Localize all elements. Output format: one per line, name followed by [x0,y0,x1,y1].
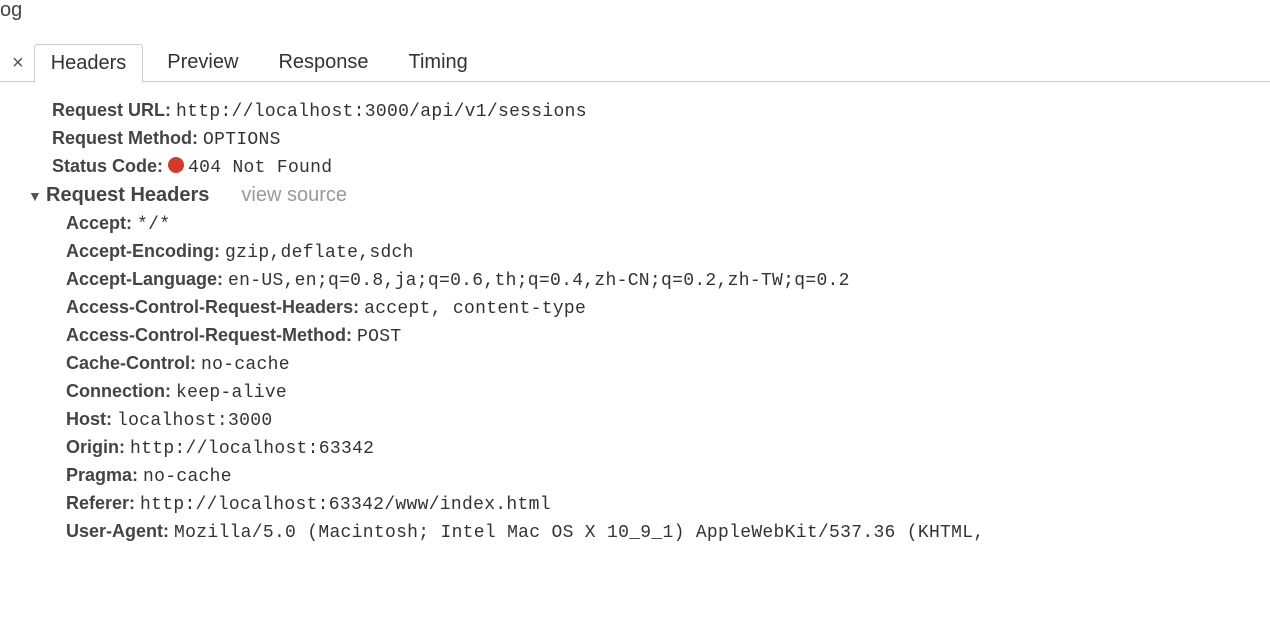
header-row: Accept-Language: en-US,en;q=0.8,ja;q=0.6… [66,269,1270,291]
header-row: Accept: */* [66,213,1270,235]
header-value: accept, content-type [364,299,586,319]
header-name: Host: [66,409,112,429]
tab-headers[interactable]: Headers [34,44,144,83]
header-value: localhost:3000 [117,411,272,431]
close-icon[interactable]: × [6,53,34,73]
header-row: Origin: http://localhost:63342 [66,437,1270,459]
request-headers-list: Accept: */* Accept-Encoding: gzip,deflat… [52,213,1270,543]
tab-preview[interactable]: Preview [151,44,254,81]
header-row: Access-Control-Request-Method: POST [66,325,1270,347]
headers-panel: Request URL: http://localhost:3000/api/v… [0,82,1270,543]
partial-text-fragment: og [0,0,1270,20]
value-request-method: OPTIONS [203,130,281,150]
header-name: Connection: [66,381,171,401]
header-value: POST [357,327,401,347]
disclosure-triangle-icon[interactable]: ▼ [28,188,42,204]
section-title-request-headers: Request Headers [46,184,209,207]
header-name: Accept-Language: [66,269,223,289]
header-name: Access-Control-Request-Headers: [66,297,359,317]
header-row: Referer: http://localhost:63342/www/inde… [66,493,1270,515]
header-row: Accept-Encoding: gzip,deflate,sdch [66,241,1270,263]
tab-timing[interactable]: Timing [393,44,484,81]
label-request-method: Request Method: [52,128,198,148]
value-status-code: 404 Not Found [188,158,332,178]
header-value: */* [137,215,170,235]
header-value: gzip,deflate,sdch [225,243,414,263]
header-name: Accept-Encoding: [66,241,220,261]
tab-strip: × Headers Preview Response Timing [0,44,1270,82]
header-row: Host: localhost:3000 [66,409,1270,431]
request-headers-section-header[interactable]: ▼ Request Headers view source [28,184,1270,207]
header-name: Origin: [66,437,125,457]
header-value: http://localhost:63342 [130,439,374,459]
header-row: User-Agent: Mozilla/5.0 (Macintosh; Inte… [66,521,1270,543]
header-value: en-US,en;q=0.8,ja;q=0.6,th;q=0.4,zh-CN;q… [228,271,850,291]
tab-response[interactable]: Response [262,44,384,81]
label-request-url: Request URL: [52,100,171,120]
header-value: no-cache [143,467,232,487]
header-row: Cache-Control: no-cache [66,353,1270,375]
header-value: keep-alive [176,383,287,403]
header-row: Access-Control-Request-Headers: accept, … [66,297,1270,319]
header-name: Cache-Control: [66,353,196,373]
row-request-url: Request URL: http://localhost:3000/api/v… [52,100,1270,122]
header-row: Connection: keep-alive [66,381,1270,403]
header-value: no-cache [201,355,290,375]
label-status-code: Status Code: [52,156,163,176]
status-dot-icon [168,157,184,173]
header-name: Access-Control-Request-Method: [66,325,352,345]
header-name: User-Agent: [66,521,169,541]
view-source-link[interactable]: view source [241,184,347,207]
row-status-code: Status Code: 404 Not Found [52,156,1270,178]
header-name: Referer: [66,493,135,513]
header-value: Mozilla/5.0 (Macintosh; Intel Mac OS X 1… [174,523,984,543]
row-request-method: Request Method: OPTIONS [52,128,1270,150]
header-name: Pragma: [66,465,138,485]
value-request-url: http://localhost:3000/api/v1/sessions [176,102,587,122]
header-name: Accept: [66,213,132,233]
header-row: Pragma: no-cache [66,465,1270,487]
header-value: http://localhost:63342/www/index.html [140,495,551,515]
